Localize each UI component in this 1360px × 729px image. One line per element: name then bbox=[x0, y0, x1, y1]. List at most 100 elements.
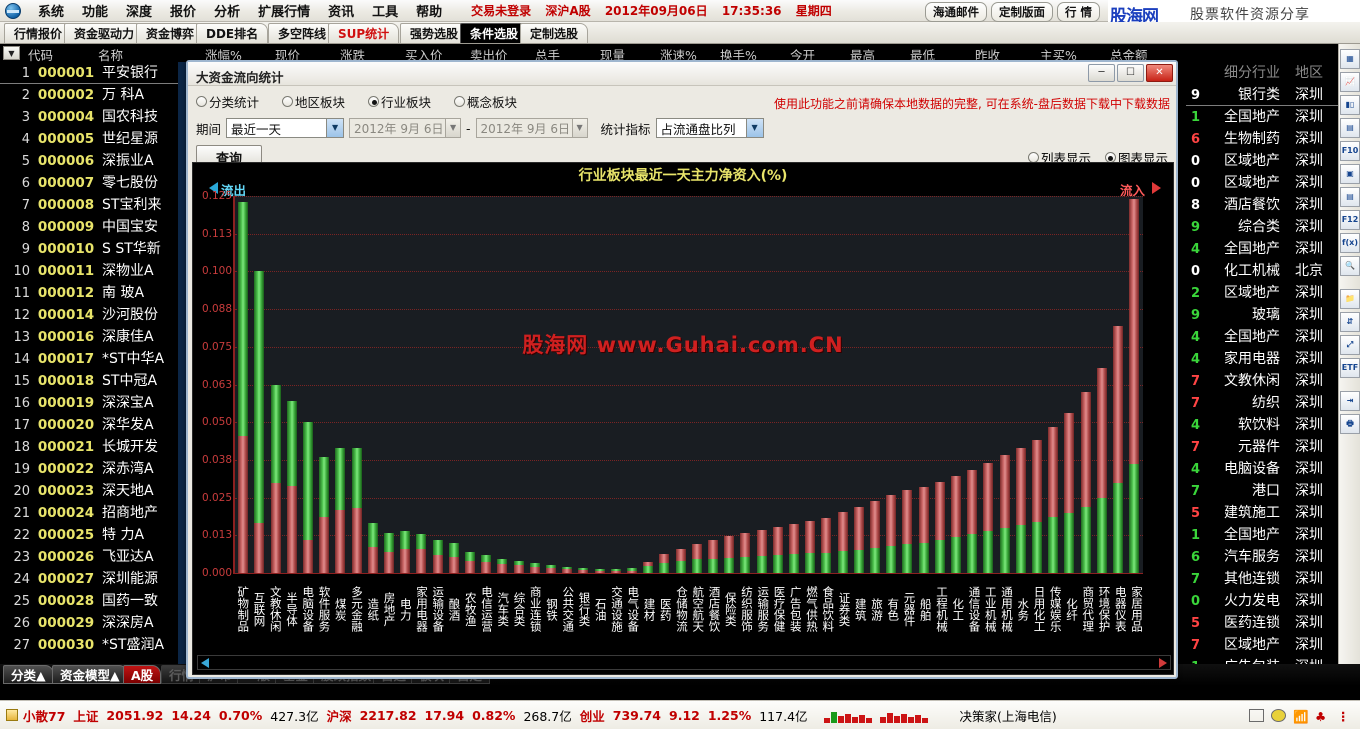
chart-bar[interactable] bbox=[802, 196, 818, 573]
radio-icon[interactable] bbox=[368, 96, 380, 107]
table-row[interactable]: 23 000026 飞亚达A bbox=[0, 546, 186, 568]
table-row[interactable]: 16 000019 深深宝A bbox=[0, 392, 186, 414]
chart-bar[interactable] bbox=[527, 196, 543, 573]
report-icon[interactable]: ▤ bbox=[1340, 118, 1360, 138]
chart-bar[interactable] bbox=[721, 196, 737, 573]
table-row[interactable]: 20 000023 深天地A bbox=[0, 480, 186, 502]
chart-bar[interactable] bbox=[786, 196, 802, 573]
chart-bar[interactable] bbox=[640, 196, 656, 573]
table-row[interactable]: 4 000005 世纪星源 bbox=[0, 128, 186, 150]
menu-item-0[interactable]: 系统 bbox=[29, 0, 73, 22]
date-to-input[interactable]: 2012年 9月 6日 ▼ bbox=[475, 118, 588, 138]
table-row[interactable]: 1 全国地产 深圳 bbox=[1186, 524, 1338, 546]
module-tab-4[interactable]: 多空阵线 bbox=[268, 23, 337, 43]
table-row[interactable]: 7 文教休闲 深圳 bbox=[1186, 370, 1338, 392]
tree-icon[interactable]: ▣ bbox=[1340, 164, 1360, 184]
chart-bar[interactable] bbox=[1126, 196, 1142, 573]
chart-bar[interactable] bbox=[689, 196, 705, 573]
chart-bar[interactable] bbox=[235, 196, 251, 573]
table-row[interactable]: 9 000010 S ST华新 bbox=[0, 238, 186, 260]
chart-bar[interactable] bbox=[397, 196, 413, 573]
table-row[interactable]: 6 汽车服务 深圳 bbox=[1186, 546, 1338, 568]
bottom-tab-0[interactable]: 分类▲ bbox=[3, 665, 54, 684]
menu-item-2[interactable]: 深度 bbox=[117, 0, 161, 22]
f10-icon[interactable]: F10 bbox=[1340, 141, 1360, 161]
scope-radio-1[interactable]: 地区板块 bbox=[282, 92, 365, 111]
chart-bar[interactable] bbox=[559, 196, 575, 573]
chart-bar[interactable] bbox=[737, 196, 753, 573]
chart-bar[interactable] bbox=[575, 196, 591, 573]
chart-bar[interactable] bbox=[883, 196, 899, 573]
bottom-tab-1[interactable]: 资金模型▲ bbox=[52, 665, 128, 684]
module-tab-5[interactable]: SUP统计 bbox=[328, 23, 400, 43]
table-row[interactable]: 7 元器件 深圳 bbox=[1186, 436, 1338, 458]
table-row[interactable]: 8 酒店餐饮 深圳 bbox=[1186, 194, 1338, 216]
chart-bar[interactable] bbox=[672, 196, 688, 573]
chevron-down-icon[interactable]: ▼ bbox=[445, 119, 461, 137]
chart-bar[interactable] bbox=[413, 196, 429, 573]
menu-item-5[interactable]: 扩展行情 bbox=[249, 0, 319, 22]
chart-bar[interactable] bbox=[948, 196, 964, 573]
chart-bar[interactable] bbox=[867, 196, 883, 573]
table-row[interactable]: 17 000020 深华发A bbox=[0, 414, 186, 436]
chart-bar[interactable] bbox=[591, 196, 607, 573]
table-row[interactable]: 4 软饮料 深圳 bbox=[1186, 414, 1338, 436]
chart-bar[interactable] bbox=[818, 196, 834, 573]
stock-list[interactable]: 1 000001 平安银行 2 000002 万 科A 3 000004 国农科技 4 000005… bbox=[0, 62, 186, 664]
chart-bar[interactable] bbox=[754, 196, 770, 573]
chart-bar[interactable] bbox=[1045, 196, 1061, 573]
menu-item-7[interactable]: 工具 bbox=[363, 0, 407, 22]
table-row[interactable]: 8 000009 中国宝安 bbox=[0, 216, 186, 238]
table-row[interactable]: 9 玻璃 深圳 bbox=[1186, 304, 1338, 326]
menu-item-3[interactable]: 报价 bbox=[161, 0, 205, 22]
chart-bar[interactable] bbox=[316, 196, 332, 573]
table-row[interactable]: 18 000021 长城开发 bbox=[0, 436, 186, 458]
table-row[interactable]: 21 000024 招商地产 bbox=[0, 502, 186, 524]
chart-bar[interactable] bbox=[608, 196, 624, 573]
table-row[interactable]: 7 区域地产 深圳 bbox=[1186, 634, 1338, 656]
menu-item-1[interactable]: 功能 bbox=[73, 0, 117, 22]
table-row[interactable]: 4 全国地产 深圳 bbox=[1186, 238, 1338, 260]
magnifier-icon[interactable]: 🔍 bbox=[1340, 256, 1360, 276]
table-row[interactable]: 1 000001 平安银行 bbox=[0, 62, 186, 84]
chart-bar[interactable] bbox=[997, 196, 1013, 573]
indent-icon[interactable]: ⇥ bbox=[1340, 391, 1360, 411]
stock-list-scrollbar[interactable] bbox=[178, 62, 186, 664]
table-row[interactable]: 12 000014 沙河股份 bbox=[0, 304, 186, 326]
chart-bar[interactable] bbox=[932, 196, 948, 573]
minimize-button[interactable]: ─ bbox=[1088, 64, 1115, 82]
chart-bar[interactable] bbox=[980, 196, 996, 573]
chart-bar[interactable] bbox=[510, 196, 526, 573]
table-row[interactable]: 9 银行类 深圳 bbox=[1186, 84, 1338, 106]
table-row[interactable]: 14 000017 *ST中华A bbox=[0, 348, 186, 370]
table-row[interactable]: 1 全国地产 深圳 bbox=[1186, 106, 1338, 128]
chart-bar[interactable] bbox=[251, 196, 267, 573]
table-row[interactable]: 5 建筑施工 深圳 bbox=[1186, 502, 1338, 524]
menu-item-6[interactable]: 资讯 bbox=[319, 0, 363, 22]
table-row[interactable]: 7 港口 深圳 bbox=[1186, 480, 1338, 502]
notes-icon[interactable]: ▤ bbox=[1340, 187, 1360, 207]
module-tab-2[interactable]: 资金博弈 bbox=[136, 23, 205, 43]
module-tab-3[interactable]: DDE排名 bbox=[196, 23, 269, 43]
table-row[interactable]: 6 000007 零七股份 bbox=[0, 172, 186, 194]
chart-bar[interactable] bbox=[624, 196, 640, 573]
chart-bar[interactable] bbox=[300, 196, 316, 573]
table-row[interactable]: 13 000016 深康佳A bbox=[0, 326, 186, 348]
chart-bar[interactable] bbox=[365, 196, 381, 573]
chart-bar[interactable] bbox=[964, 196, 980, 573]
print-icon[interactable]: 🖶 bbox=[1340, 414, 1360, 434]
menu-item-8[interactable]: 帮助 bbox=[407, 0, 451, 22]
chart-bar[interactable] bbox=[656, 196, 672, 573]
industry-region-list[interactable]: 细分行业 地区 9 银行类 深圳 1 全国地产 深圳 6 生物制药 深圳 0 区域地产 深圳 0 区域地产 深圳… bbox=[1186, 62, 1338, 664]
chart-bar[interactable] bbox=[267, 196, 283, 573]
chart-bar[interactable] bbox=[916, 196, 932, 573]
scroll-right-arrow-icon[interactable] bbox=[1159, 657, 1167, 668]
chart-bar[interactable] bbox=[1094, 196, 1110, 573]
table-row[interactable]: 7 000008 ST宝利来 bbox=[0, 194, 186, 216]
module-tab-0[interactable]: 行情报价 bbox=[4, 23, 73, 43]
scope-radio-3[interactable]: 概念板块 bbox=[454, 92, 537, 111]
table-row[interactable]: 7 其他连锁 深圳 bbox=[1186, 568, 1338, 590]
date-from-input[interactable]: 2012年 9月 6日 ▼ bbox=[349, 118, 462, 138]
chart-bar[interactable] bbox=[835, 196, 851, 573]
table-row[interactable]: 7 纺织 深圳 bbox=[1186, 392, 1338, 414]
